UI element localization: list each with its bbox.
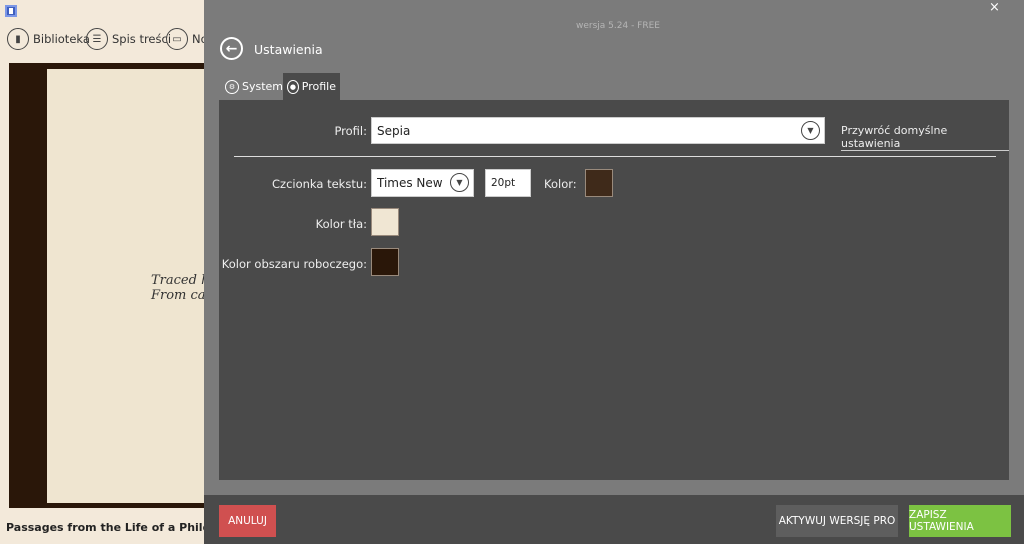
bottom-bar: ANULUJ AKTYWUJ WERSJĘ PRO ZAPISZ USTAWIE…	[204, 495, 1024, 544]
page-title: Ustawienia	[254, 42, 323, 57]
profile-content: Profil: Sepia ▼ Przywróć domyślne ustawi…	[219, 100, 1009, 480]
toc-label: Spis treści	[112, 32, 172, 46]
list-icon: ☰	[86, 28, 108, 50]
notes-button[interactable]: ▭ No	[166, 27, 208, 51]
chevron-down-icon[interactable]: ▼	[801, 121, 820, 140]
restore-defaults-link[interactable]: Przywróć domyślne ustawienia	[841, 124, 1009, 151]
profile-value: Sepia	[377, 123, 411, 138]
notes-icon: ▭	[166, 28, 188, 50]
background-color-swatch[interactable]	[371, 208, 399, 236]
tab-label: Profile	[301, 80, 336, 93]
activate-pro-button[interactable]: AKTYWUJ WERSJĘ PRO	[776, 505, 898, 537]
profile-label: Profil:	[334, 124, 367, 138]
workspace-color-label: Kolor obszaru roboczego:	[221, 257, 367, 271]
color-label: Kolor:	[544, 177, 577, 191]
toc-button[interactable]: ☰ Spis treści	[86, 27, 171, 51]
close-icon[interactable]: ×	[989, 0, 1000, 15]
profile-select[interactable]: Sepia	[371, 117, 825, 144]
version-label: wersja 5.24 - FREE	[576, 21, 660, 31]
divider	[234, 156, 996, 157]
user-icon: ●	[287, 79, 299, 94]
chevron-down-icon[interactable]: ▼	[450, 173, 469, 192]
workspace-color-swatch[interactable]	[371, 248, 399, 276]
font-label: Czcionka tekstu:	[272, 177, 367, 191]
save-settings-button[interactable]: ZAPISZ USTAWIENIA	[909, 505, 1011, 537]
font-size-value: 20pt	[491, 177, 516, 189]
tab-system[interactable]: ⚙ System	[221, 73, 287, 100]
font-size-input[interactable]: 20pt	[485, 169, 531, 197]
gears-icon: ⚙	[225, 79, 239, 94]
library-button[interactable]: ▮ Biblioteka	[7, 27, 90, 51]
background-color-label: Kolor tła:	[315, 217, 367, 231]
text-color-swatch[interactable]	[585, 169, 613, 197]
library-label: Biblioteka	[33, 32, 90, 46]
book-icon: ▮	[7, 28, 29, 50]
tab-profile[interactable]: ● Profile	[283, 73, 340, 100]
tab-label: System	[242, 80, 284, 93]
app-icon	[5, 5, 17, 17]
font-value: Times New R	[377, 176, 447, 190]
text-line: From cal	[151, 288, 210, 303]
settings-panel: wersja 5.24 - FREE × ← Ustawienia ⚙ Syste…	[204, 0, 1024, 544]
text-line: Traced h	[151, 273, 210, 288]
cancel-button[interactable]: ANULUJ	[219, 505, 276, 537]
page-text: Traced h From cal	[151, 273, 210, 303]
back-arrow-icon[interactable]: ←	[220, 37, 243, 60]
